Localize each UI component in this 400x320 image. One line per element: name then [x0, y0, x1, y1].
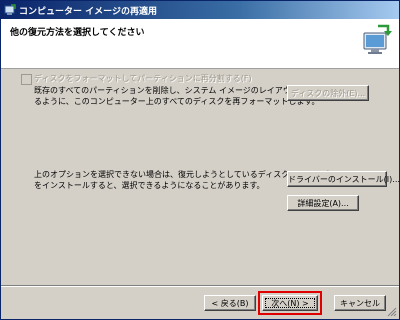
title-bar[interactable]: コンピューター イメージの再適用	[1, 1, 399, 19]
restore-wizard-window: コンピューター イメージの再適用 他の復元方法を選択してください ディスクをフォ…	[0, 0, 400, 320]
driver-description-line2: をインストールすると、選択できるようになることがあります。	[34, 181, 265, 190]
resize-grip-icon[interactable]	[387, 307, 397, 317]
advanced-settings-button[interactable]: 詳細設定(A)...	[287, 195, 359, 211]
install-driver-button[interactable]: ドライバーのインストール(I)...	[287, 171, 400, 187]
cancel-button[interactable]: キャンセル	[334, 295, 386, 311]
wizard-body: ディスクをフォーマットしてパーティションに再分割する(F) 既存のすべてのパーテ…	[1, 69, 400, 283]
wizard-header: 他の復元方法を選択してください	[1, 19, 399, 69]
back-button[interactable]: < 戻る(B)	[204, 295, 256, 311]
format-description-line2: るように、このコンピューター上のすべてのディスクを再フォーマットします。	[34, 97, 320, 106]
format-disks-checkbox[interactable]	[21, 74, 32, 85]
next-button-highlight	[258, 291, 322, 315]
restore-icon	[4, 4, 16, 15]
exclude-disks-button[interactable]: ディスクの除外(E)...	[287, 85, 369, 101]
computer-restore-icon	[363, 24, 392, 54]
format-disks-checkbox-label: ディスクをフォーマットしてパーティションに再分割する(F)	[34, 74, 252, 83]
page-title: 他の復元方法を選択してください	[10, 28, 145, 38]
footer-divider	[1, 285, 399, 287]
window-title: コンピューター イメージの再適用	[19, 7, 157, 17]
